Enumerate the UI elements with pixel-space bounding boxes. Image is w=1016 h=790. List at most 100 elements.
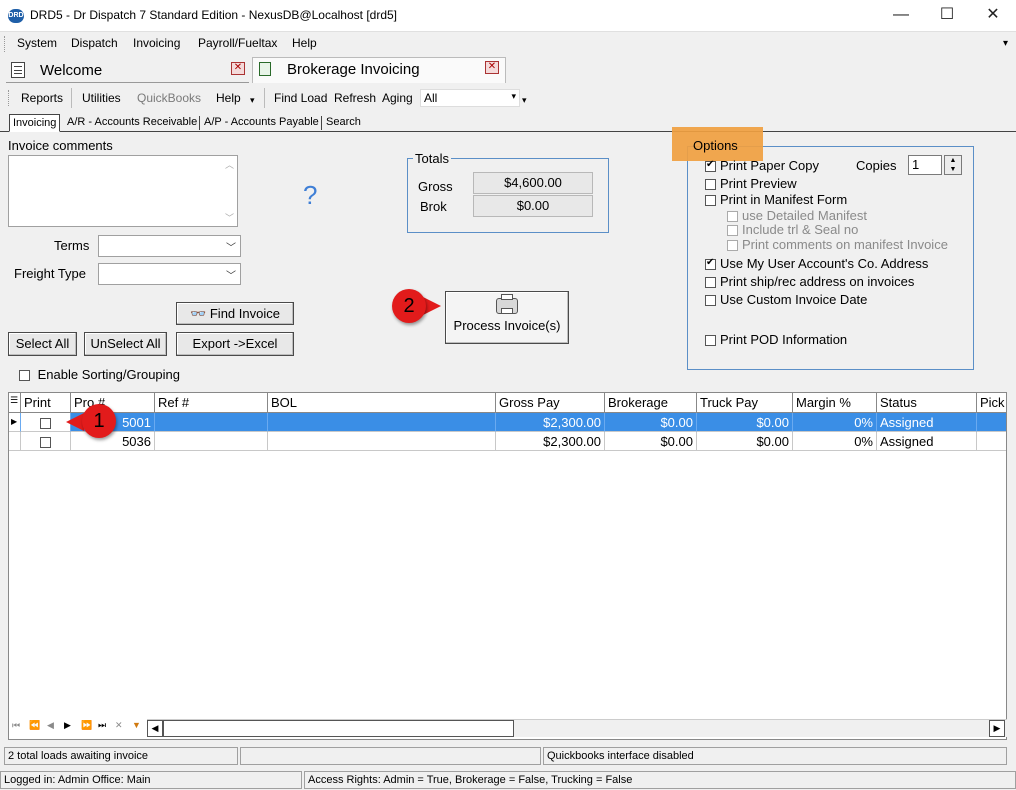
user-address-checkbox[interactable]	[705, 257, 716, 271]
row-status[interactable]: Assigned	[877, 432, 977, 451]
column-print[interactable]: Print	[21, 393, 71, 413]
toolbar-quickbooks[interactable]: QuickBooks	[137, 91, 201, 105]
row-truck-pay[interactable]: $0.00	[697, 413, 793, 432]
stepper-down-icon[interactable]: ▼	[945, 165, 961, 174]
subtab-accounts-receivable[interactable]: A/R - Accounts Receivable	[64, 114, 200, 132]
row-bol[interactable]	[268, 432, 496, 451]
print-preview-checkbox[interactable]	[705, 179, 716, 191]
row-status[interactable]: Assigned	[877, 413, 977, 432]
find-invoice-button[interactable]: 👓 Find Invoice	[176, 302, 294, 325]
invoice-grid[interactable]: ☰ Print Pro # Ref # BOL Gross Pay Broker…	[8, 392, 1007, 740]
row-truck-pay[interactable]: $0.00	[697, 432, 793, 451]
menu-dispatch[interactable]: Dispatch	[71, 36, 118, 50]
column-status[interactable]: Status	[877, 393, 977, 413]
column-truck-pay[interactable]: Truck Pay	[697, 393, 793, 413]
row-pick[interactable]	[977, 432, 1006, 451]
row-brokerage[interactable]: $0.00	[605, 413, 697, 432]
row-margin[interactable]: 0%	[793, 432, 877, 451]
unselect-all-button[interactable]: UnSelect All	[84, 332, 167, 356]
ship-rec-row[interactable]: Print ship/rec address on invoices	[705, 274, 914, 289]
row-margin[interactable]: 0%	[793, 413, 877, 432]
enable-sorting-checkbox[interactable]	[19, 370, 30, 382]
print-comments-row[interactable]: Print comments on manifest Invoice	[727, 237, 948, 252]
horizontal-scrollbar[interactable]: ◀ ▶	[147, 719, 1007, 737]
select-all-button[interactable]: Select All	[8, 332, 77, 356]
subtab-accounts-payable[interactable]: A/P - Accounts Payable	[201, 114, 322, 132]
aging-filter-select[interactable]: All ▾	[420, 89, 520, 107]
scroll-right-icon[interactable]: ▶	[989, 720, 1005, 737]
minimize-button[interactable]: —	[878, 0, 924, 32]
row-pick[interactable]	[977, 413, 1006, 432]
column-pick[interactable]: Pick	[977, 393, 1006, 413]
detailed-manifest-row[interactable]: use Detailed Manifest	[727, 208, 867, 223]
print-pod-row[interactable]: Print POD Information	[705, 332, 847, 347]
terms-select[interactable]: ﹀	[98, 235, 241, 257]
scroll-left-icon[interactable]: ◀	[147, 720, 163, 737]
ship-rec-checkbox[interactable]	[705, 277, 716, 289]
row-print-cell[interactable]	[21, 432, 71, 451]
prior-page-icon[interactable]: ⏪	[29, 720, 40, 731]
print-paper-copy-checkbox[interactable]	[705, 159, 716, 173]
process-invoices-button[interactable]: Process Invoice(s)	[445, 291, 569, 344]
export-excel-button[interactable]: Export ->Excel	[176, 332, 294, 356]
row-gross-pay[interactable]: $2,300.00	[496, 413, 605, 432]
menu-help[interactable]: Help	[292, 36, 317, 50]
toolbar-help-arrow-icon[interactable]: ▾	[250, 95, 255, 106]
menu-overflow-icon[interactable]: ▾	[1003, 38, 1008, 49]
row-print-checkbox[interactable]	[40, 437, 51, 449]
next-record-icon[interactable]: ▶	[64, 720, 71, 731]
toolbar-refresh[interactable]: Refresh	[334, 91, 376, 105]
column-pro[interactable]: Pro #	[71, 393, 155, 413]
filter-icon[interactable]: ▼	[132, 720, 141, 730]
include-trl-row[interactable]: Include trl & Seal no	[727, 222, 858, 237]
tab-welcome-close-icon[interactable]: ✕	[231, 62, 245, 75]
custom-date-row[interactable]: Use Custom Invoice Date	[705, 292, 867, 307]
user-address-row[interactable]: Use My User Account's Co. Address	[705, 256, 928, 271]
tab-welcome[interactable]: Welcome ✕	[6, 57, 249, 83]
close-window-button[interactable]: ✕	[970, 0, 1016, 32]
column-margin[interactable]: Margin %	[793, 393, 877, 413]
freight-type-select[interactable]: ﹀	[98, 263, 241, 285]
toolbar-utilities[interactable]: Utilities	[82, 91, 121, 105]
row-bol[interactable]	[268, 413, 496, 432]
prior-record-icon[interactable]: ◀	[47, 720, 54, 731]
print-pod-checkbox[interactable]	[705, 335, 716, 347]
stepper-up-icon[interactable]: ▲	[945, 156, 961, 165]
row-pro[interactable]: 5036	[71, 432, 155, 451]
column-ref[interactable]: Ref #	[155, 393, 268, 413]
menu-invoicing[interactable]: Invoicing	[133, 36, 180, 50]
include-trl-checkbox[interactable]	[727, 225, 738, 237]
custom-date-checkbox[interactable]	[705, 295, 716, 307]
toolbar-help[interactable]: Help	[216, 91, 241, 105]
row-print-cell[interactable]	[21, 413, 71, 432]
row-brokerage[interactable]: $0.00	[605, 432, 697, 451]
subtab-invoicing[interactable]: Invoicing	[9, 114, 61, 132]
help-question-icon[interactable]: ?	[303, 180, 317, 211]
detailed-manifest-checkbox[interactable]	[727, 211, 738, 223]
toolbar-overflow-icon[interactable]: ▾	[522, 95, 527, 106]
row-ref[interactable]	[155, 413, 268, 432]
enable-sorting-row[interactable]: Enable Sorting/Grouping	[19, 367, 180, 382]
column-bol[interactable]: BOL	[268, 393, 496, 413]
copies-stepper[interactable]: ▲ ▼	[944, 155, 962, 175]
scroll-thumb[interactable]	[163, 720, 514, 737]
next-page-icon[interactable]: ⏩	[81, 720, 92, 731]
cancel-edit-icon[interactable]: ✕	[115, 720, 123, 731]
row-print-checkbox[interactable]	[40, 418, 51, 430]
invoice-comments-input[interactable]: ︿ ﹀	[8, 155, 238, 227]
maximize-button[interactable]: ☐	[924, 0, 970, 32]
toolbar-find-load[interactable]: Find Load	[274, 91, 327, 105]
comments-scrollbar[interactable]: ︿ ﹀	[221, 156, 237, 226]
tab-brokerage-invoicing[interactable]: Brokerage Invoicing ✕	[252, 57, 506, 83]
tab-brokerage-close-icon[interactable]: ✕	[485, 61, 499, 74]
print-manifest-checkbox[interactable]	[705, 195, 716, 207]
copies-input[interactable]: 1	[908, 155, 942, 175]
menu-system[interactable]: System	[17, 36, 57, 50]
toolbar-reports[interactable]: Reports	[21, 91, 63, 105]
grid-menu-icon[interactable]: ☰	[9, 393, 21, 413]
column-gross-pay[interactable]: Gross Pay	[496, 393, 605, 413]
print-preview-row[interactable]: Print Preview	[705, 176, 797, 191]
print-manifest-row[interactable]: Print in Manifest Form	[705, 192, 847, 207]
subtab-search[interactable]: Search	[323, 114, 364, 132]
toolbar-aging[interactable]: Aging	[382, 91, 413, 105]
